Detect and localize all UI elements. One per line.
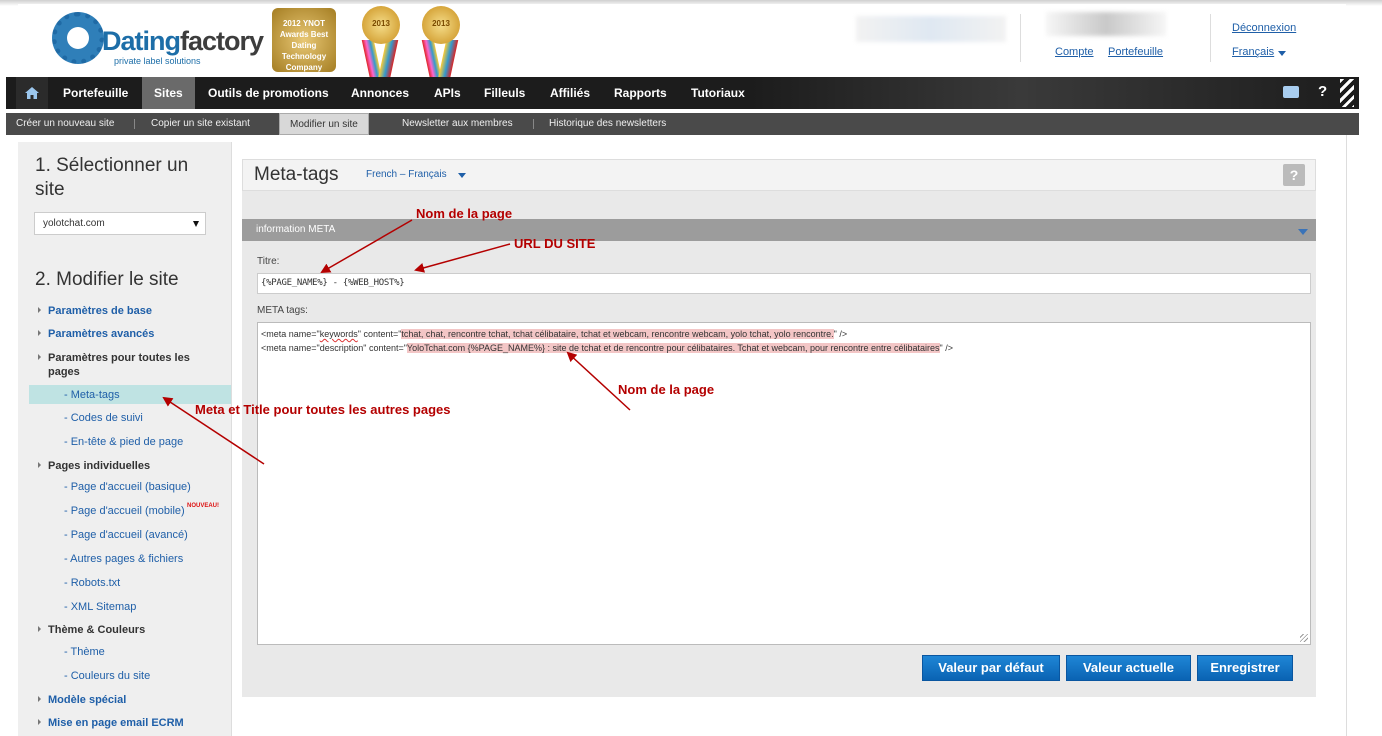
- chevron-down-icon: [193, 221, 199, 227]
- sidebar-sitemap[interactable]: - XML Sitemap: [64, 600, 136, 614]
- gear-heart-icon: [52, 12, 104, 64]
- annotation-site-url: URL DU SITE: [514, 236, 596, 251]
- sub-navbar: Créer un nouveau site Copier un site exi…: [6, 113, 1359, 135]
- logo-text: Datingfactory: [102, 26, 264, 56]
- help-icon[interactable]: ?: [1318, 83, 1327, 100]
- bullet-icon: [38, 719, 41, 725]
- titre-input[interactable]: {%PAGE_NAME%} - {%WEB_HOST%}: [257, 273, 1311, 294]
- nav-annonces[interactable]: Annonces: [339, 77, 421, 109]
- site-select[interactable]: yolotchat.com: [34, 212, 206, 235]
- blurred-balance: [1046, 12, 1166, 36]
- sidebar-home-advanced[interactable]: - Page d'accueil (avancé): [64, 528, 188, 542]
- bullet-icon: [38, 462, 41, 468]
- sidebar-all-pages-settings[interactable]: Paramètres pour toutes les pages: [48, 351, 218, 379]
- sidebar: 1. Sélectionner un site yolotchat.com 2. …: [18, 142, 232, 736]
- subnav-edit-site[interactable]: Modifier un site: [279, 113, 369, 135]
- portefeuille-link[interactable]: Portefeuille: [1108, 46, 1163, 58]
- sidebar-theme[interactable]: - Thème: [64, 645, 105, 659]
- resize-handle[interactable]: [1300, 634, 1308, 642]
- titre-label: Titre:: [257, 256, 280, 267]
- section-header[interactable]: [242, 219, 1316, 241]
- frame-border: [1346, 135, 1347, 736]
- sidebar-basic-settings[interactable]: Paramètres de base: [48, 304, 218, 318]
- stripes-decoration: [1340, 79, 1354, 107]
- sidebar-email-layout[interactable]: Mise en page email ECRM: [48, 716, 218, 730]
- nav-rapports[interactable]: Rapports: [602, 77, 679, 109]
- subnav-newsletter-history[interactable]: Historique des newsletters: [539, 113, 676, 135]
- nav-sites[interactable]: Sites: [142, 77, 195, 109]
- section-title: information META: [256, 224, 336, 235]
- annotation-meta-title-all: Meta et Title pour toutes les autres pag…: [195, 402, 451, 417]
- step2-heading: 2. Modifier le site: [35, 269, 179, 290]
- sidebar-other-pages[interactable]: - Autres pages & fichiers: [64, 552, 183, 566]
- chevron-down-icon[interactable]: [458, 173, 466, 178]
- sidebar-special-template[interactable]: Modèle spécial: [48, 693, 218, 707]
- main-navbar: Portefeuille Sites Outils de promotions …: [6, 77, 1359, 109]
- meta-description-line: <meta name="description" content="YoloTc…: [261, 343, 953, 353]
- language-link[interactable]: Français: [1232, 46, 1274, 58]
- meta-tags-label: META tags:: [257, 305, 308, 316]
- meta-keywords-line: <meta name="keywords" content="tchat, ch…: [261, 329, 848, 339]
- sidebar-home-mobile[interactable]: - Page d'accueil (mobile): [64, 504, 185, 518]
- annotation-page-name-2: Nom de la page: [618, 382, 715, 397]
- nav-outils-promotions[interactable]: Outils de promotions: [196, 77, 341, 109]
- sidebar-theme-colors[interactable]: Thème & Couleurs: [48, 623, 218, 637]
- chevron-down-icon[interactable]: [1278, 51, 1286, 56]
- award-ribbon-1: 2013: [358, 6, 402, 84]
- site-header: Datingfactory private label solutions 20…: [18, 4, 1346, 83]
- subnav-newsletter[interactable]: Newsletter aux membres: [392, 113, 523, 135]
- step1-heading: 1. Sélectionner un site: [35, 155, 189, 200]
- deconnexion-link[interactable]: Déconnexion: [1232, 22, 1296, 34]
- header-divider: [1210, 14, 1211, 62]
- nav-tutoriaux[interactable]: Tutoriaux: [679, 77, 757, 109]
- new-badge: NOUVEAU!: [187, 503, 220, 509]
- blurred-account-info: [856, 16, 1006, 42]
- sidebar-meta-tags[interactable]: - Meta-tags: [64, 388, 120, 402]
- compte-link[interactable]: Compte: [1055, 46, 1094, 58]
- nav-apis[interactable]: APIs: [422, 77, 473, 109]
- default-value-button[interactable]: Valeur par défaut: [922, 655, 1060, 681]
- current-value-button[interactable]: Valeur actuelle: [1066, 655, 1191, 681]
- collapse-icon[interactable]: [1298, 229, 1308, 235]
- sidebar-tracking-codes[interactable]: - Codes de suivi: [64, 411, 143, 425]
- bullet-icon: [38, 307, 41, 313]
- sidebar-site-colors[interactable]: - Couleurs du site: [64, 669, 150, 683]
- subnav-separator: [533, 119, 534, 129]
- mail-icon[interactable]: [1283, 86, 1299, 98]
- subnav-copy-site[interactable]: Copier un site existant: [141, 113, 260, 135]
- language-select[interactable]: French – Français: [366, 169, 447, 180]
- sidebar-robots[interactable]: - Robots.txt: [64, 576, 120, 590]
- bullet-icon: [38, 626, 41, 632]
- nav-filleuls[interactable]: Filleuls: [472, 77, 537, 109]
- sidebar-home-basic[interactable]: - Page d'accueil (basique): [64, 480, 191, 494]
- help-button[interactable]: ?: [1283, 164, 1305, 186]
- ynot-award-badge: 2012 YNOT Awards Best Dating Technology …: [272, 8, 336, 83]
- bullet-icon: [38, 696, 41, 702]
- annotation-page-name-1: Nom de la page: [416, 206, 513, 221]
- meta-tags-textarea[interactable]: <meta name="keywords" content="tchat, ch…: [257, 322, 1311, 645]
- sidebar-individual-pages[interactable]: Pages individuelles: [48, 459, 218, 473]
- save-button[interactable]: Enregistrer: [1197, 655, 1293, 681]
- bullet-icon: [38, 330, 41, 336]
- page-title: Meta-tags: [254, 164, 339, 185]
- nav-affilies[interactable]: Affiliés: [538, 77, 602, 109]
- nav-portefeuille[interactable]: Portefeuille: [51, 77, 140, 109]
- subnav-separator: [134, 119, 135, 129]
- sidebar-advanced-settings[interactable]: Paramètres avancés: [48, 327, 218, 341]
- subnav-create-site[interactable]: Créer un nouveau site: [6, 113, 124, 135]
- home-button[interactable]: [16, 77, 48, 109]
- logo-tagline: private label solutions: [114, 56, 201, 66]
- award-ribbon-2: 2013: [418, 6, 462, 84]
- home-icon: [25, 87, 39, 99]
- datingfactory-logo[interactable]: Datingfactory private label solutions: [52, 12, 264, 68]
- header-divider: [1020, 14, 1021, 62]
- bullet-icon: [38, 354, 41, 360]
- sidebar-header-footer[interactable]: - En-tête & pied de page: [64, 435, 183, 449]
